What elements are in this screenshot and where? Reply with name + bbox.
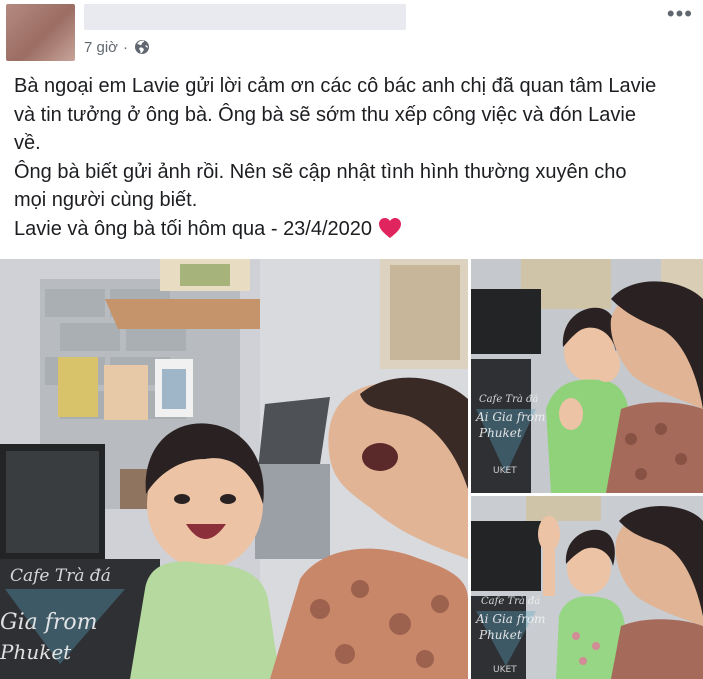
avatar[interactable]	[6, 4, 75, 61]
globe-icon[interactable]	[134, 39, 150, 55]
photo-top-right[interactable]: Cafe Trà đá Ai Gia from Phuket UKET	[471, 259, 703, 493]
caption-line: Lavie và ông bà tối hôm qua - 23/4/2020	[14, 217, 373, 240]
photo-watermark-line: Phuket	[0, 640, 72, 664]
photo-watermark-line: UKET	[493, 466, 517, 476]
photo-watermark-line: UKET	[493, 665, 517, 675]
post-header: 7 giờ · •••	[0, 0, 703, 64]
caption-line-last: Lavie và ông bà tối hôm qua - 23/4/2020	[14, 215, 694, 244]
caption-line: mọi người cùng biết.	[14, 189, 198, 211]
ellipsis-icon: •••	[666, 1, 693, 26]
caption-line: và tin tưởng ở ông bà. Ông bà sẽ sớm thu…	[14, 103, 636, 126]
caption-line: Ông bà biết gửi ảnh rồi. Nên sẽ cập nhật…	[14, 160, 627, 183]
photo-watermark-line: Gia from	[0, 610, 98, 635]
photo-watermark-line: Phuket	[478, 426, 522, 440]
photo-bottom-right[interactable]: Cafe Trà đá Ai Gia from Phuket UKET	[471, 496, 703, 679]
photo-watermark-line: Cafe Trà đá	[10, 566, 111, 586]
photo-main[interactable]: Cafe Trà đá Gia from Phuket	[0, 259, 468, 679]
meta-separator: ·	[123, 38, 129, 56]
caption-line: Bà ngoại em Lavie gửi lời cảm ơn các cô …	[14, 75, 657, 97]
heart-icon	[378, 217, 402, 239]
caption-line: về.	[14, 132, 41, 154]
post-timestamp[interactable]: 7 giờ	[84, 39, 118, 56]
photo-watermark-line: Phuket	[478, 628, 522, 642]
photo-watermark-line: Ai Gia from	[475, 612, 546, 626]
post-caption: Bà ngoại em Lavie gửi lời cảm ơn các cô …	[14, 72, 694, 243]
photo-watermark-line: Ai Gia from	[475, 410, 546, 424]
author-name-redacted[interactable]	[84, 4, 406, 30]
post-meta: 7 giờ ·	[84, 37, 150, 57]
photo-watermark-line: Cafe Trà đá	[481, 596, 540, 607]
more-options-button[interactable]: •••	[666, 1, 693, 26]
photo-watermark-line: Cafe Trà đá	[479, 394, 538, 405]
